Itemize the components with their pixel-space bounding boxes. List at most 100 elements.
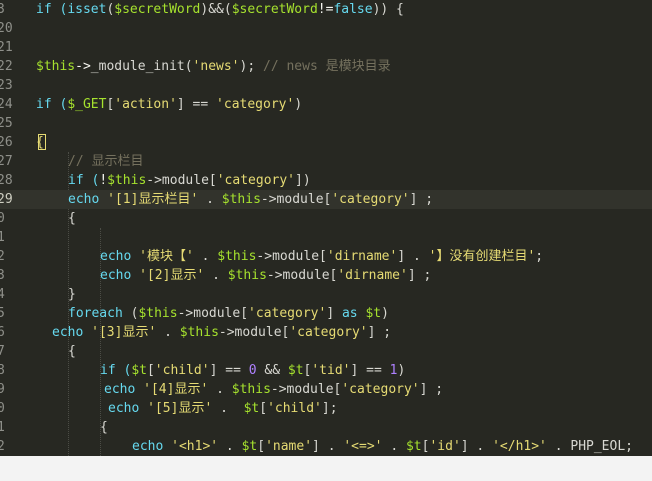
code-token: 'category' bbox=[216, 173, 296, 188]
code-token: isset bbox=[67, 2, 107, 17]
code-line[interactable]: 26{ bbox=[0, 133, 652, 152]
code-line[interactable]: 27 // 显示栏目 bbox=[0, 152, 652, 171]
code-text: } bbox=[68, 285, 76, 304]
code-line[interactable]: 22 $this->_module_init('news'); // news 是… bbox=[0, 57, 652, 76]
code-line[interactable]: 20 bbox=[0, 19, 652, 38]
code-text: // 显示栏目 bbox=[68, 152, 143, 171]
code-token: '</h1>' bbox=[492, 439, 547, 454]
code-line[interactable]: 1 bbox=[0, 228, 652, 247]
code-token: echo bbox=[100, 268, 140, 283]
code-token: { bbox=[68, 211, 76, 226]
line-number: 28 bbox=[0, 173, 13, 188]
code-token: foreach bbox=[68, 306, 131, 321]
code-token: ; bbox=[535, 249, 544, 264]
code-text: $this->_module_init('news'); // news 是模块… bbox=[36, 57, 391, 76]
code-token: echo bbox=[52, 325, 92, 340]
code-token: ->module[ bbox=[146, 173, 217, 188]
code-token: $this bbox=[138, 306, 178, 321]
code-token: ] . bbox=[312, 439, 344, 454]
line-number: 5 bbox=[0, 306, 5, 321]
code-text: if ($_GET['action'] == 'category') bbox=[36, 95, 302, 114]
code-token: echo bbox=[104, 382, 144, 397]
code-token: 'category' bbox=[331, 192, 410, 207]
code-token: echo bbox=[108, 401, 148, 416]
code-token: } bbox=[68, 287, 76, 302]
code-token: ->module[ bbox=[266, 268, 338, 283]
code-token: [ bbox=[146, 363, 155, 378]
code-token: . bbox=[546, 439, 571, 454]
code-token: ) bbox=[397, 363, 406, 378]
line-number: 22 bbox=[0, 59, 13, 74]
code-line[interactable]: 2 echo '模块【' . $this->module['dirname'] .… bbox=[0, 247, 652, 266]
code-line[interactable]: 0 echo '[5]显示' . $t['child']; bbox=[0, 399, 652, 418]
code-line[interactable]: 3 if (isset($secretWord)&&($secretWord!=f… bbox=[0, 0, 652, 19]
code-line[interactable]: 21 bbox=[0, 38, 652, 57]
line-number: 23 bbox=[0, 78, 13, 93]
code-token: 'category' bbox=[341, 382, 420, 397]
line-number: 6 bbox=[0, 325, 5, 340]
code-line[interactable]: 9 echo '[4]显示' . $this->module['category'… bbox=[0, 380, 652, 399]
code-line[interactable]: 23 bbox=[0, 76, 652, 95]
code-text: { bbox=[68, 342, 76, 361]
code-line[interactable]: 3 echo '[2]显示' . $this->module['dirname']… bbox=[0, 266, 652, 285]
code-text: if (!$this->module['category']) bbox=[68, 171, 311, 190]
code-line[interactable]: 2 echo '<h1>' . $t['name'] . '<=>' . $t['… bbox=[0, 437, 652, 456]
code-text: echo '[5]显示' . $t['child']; bbox=[108, 399, 338, 418]
code-token: ] == bbox=[350, 363, 390, 378]
code-token: // news 是模块目录 bbox=[263, 59, 391, 74]
code-token: )&&( bbox=[200, 2, 232, 17]
code-text: { bbox=[68, 209, 76, 228]
code-token: ] bbox=[326, 306, 342, 321]
code-token: ->module[ bbox=[260, 192, 332, 207]
code-line[interactable]: 6 echo '[3]显示' . $this->module['category'… bbox=[0, 323, 652, 342]
code-line[interactable]: 1{ bbox=[0, 418, 652, 437]
code-token: '<=>' bbox=[343, 439, 383, 454]
code-editor[interactable]: 3 if (isset($secretWord)&&($secretWord!=f… bbox=[0, 0, 652, 456]
code-line[interactable]: 7{ bbox=[0, 342, 652, 361]
code-line[interactable]: 25 bbox=[0, 114, 652, 133]
code-token: $t bbox=[365, 306, 382, 321]
line-number: 8 bbox=[0, 363, 5, 378]
code-line[interactable]: 4} bbox=[0, 285, 652, 304]
status-strip bbox=[0, 456, 652, 481]
code-token: $t bbox=[241, 439, 258, 454]
code-line[interactable]: 8 if ($t['child'] == 0 && $t['tid'] == 1) bbox=[0, 361, 652, 380]
code-text: foreach ($this->module['category'] as $t… bbox=[68, 304, 389, 323]
line-number: 2 bbox=[0, 439, 5, 454]
line-number: 26 bbox=[0, 135, 13, 150]
code-token: . bbox=[382, 439, 406, 454]
code-token: ( bbox=[184, 59, 193, 74]
code-token: . bbox=[208, 382, 232, 397]
code-line[interactable]: 29 echo '[1]显示栏目' . $this->module['catego… bbox=[0, 190, 652, 209]
code-line[interactable]: 24 if ($_GET['action'] == 'category') bbox=[0, 95, 652, 114]
code-token: $this bbox=[179, 325, 219, 340]
line-number: 3 bbox=[0, 2, 5, 17]
line-number: 20 bbox=[0, 21, 13, 36]
code-token: ) bbox=[294, 97, 303, 112]
code-line[interactable]: 0{ bbox=[0, 209, 652, 228]
code-token: ] ; bbox=[407, 268, 432, 283]
line-number: 4 bbox=[0, 287, 5, 302]
code-token: $t bbox=[243, 401, 260, 416]
line-number: 21 bbox=[0, 40, 13, 55]
code-token: _module_init bbox=[90, 59, 185, 74]
code-token: '模块【' bbox=[139, 249, 194, 264]
code-token: 'category' bbox=[248, 306, 327, 321]
code-token: if ( bbox=[100, 363, 132, 378]
code-token: { bbox=[100, 420, 108, 435]
line-number: 0 bbox=[0, 401, 5, 416]
code-token: ] ; bbox=[367, 325, 392, 340]
code-token: if ( bbox=[68, 173, 100, 188]
line-number: 1 bbox=[0, 420, 5, 435]
code-token: 'tid' bbox=[311, 363, 351, 378]
code-token: $t bbox=[131, 363, 147, 378]
code-line[interactable]: 5 foreach ($this->module['category'] as $… bbox=[0, 304, 652, 323]
code-token: [ bbox=[257, 439, 266, 454]
code-token: 'name' bbox=[265, 439, 313, 454]
code-token: && bbox=[256, 363, 288, 378]
code-token: false bbox=[333, 2, 373, 17]
code-token: ] ; bbox=[419, 382, 444, 397]
code-token: 'id' bbox=[429, 439, 461, 454]
code-token: != bbox=[317, 2, 334, 17]
code-line[interactable]: 28 if (!$this->module['category']) bbox=[0, 171, 652, 190]
